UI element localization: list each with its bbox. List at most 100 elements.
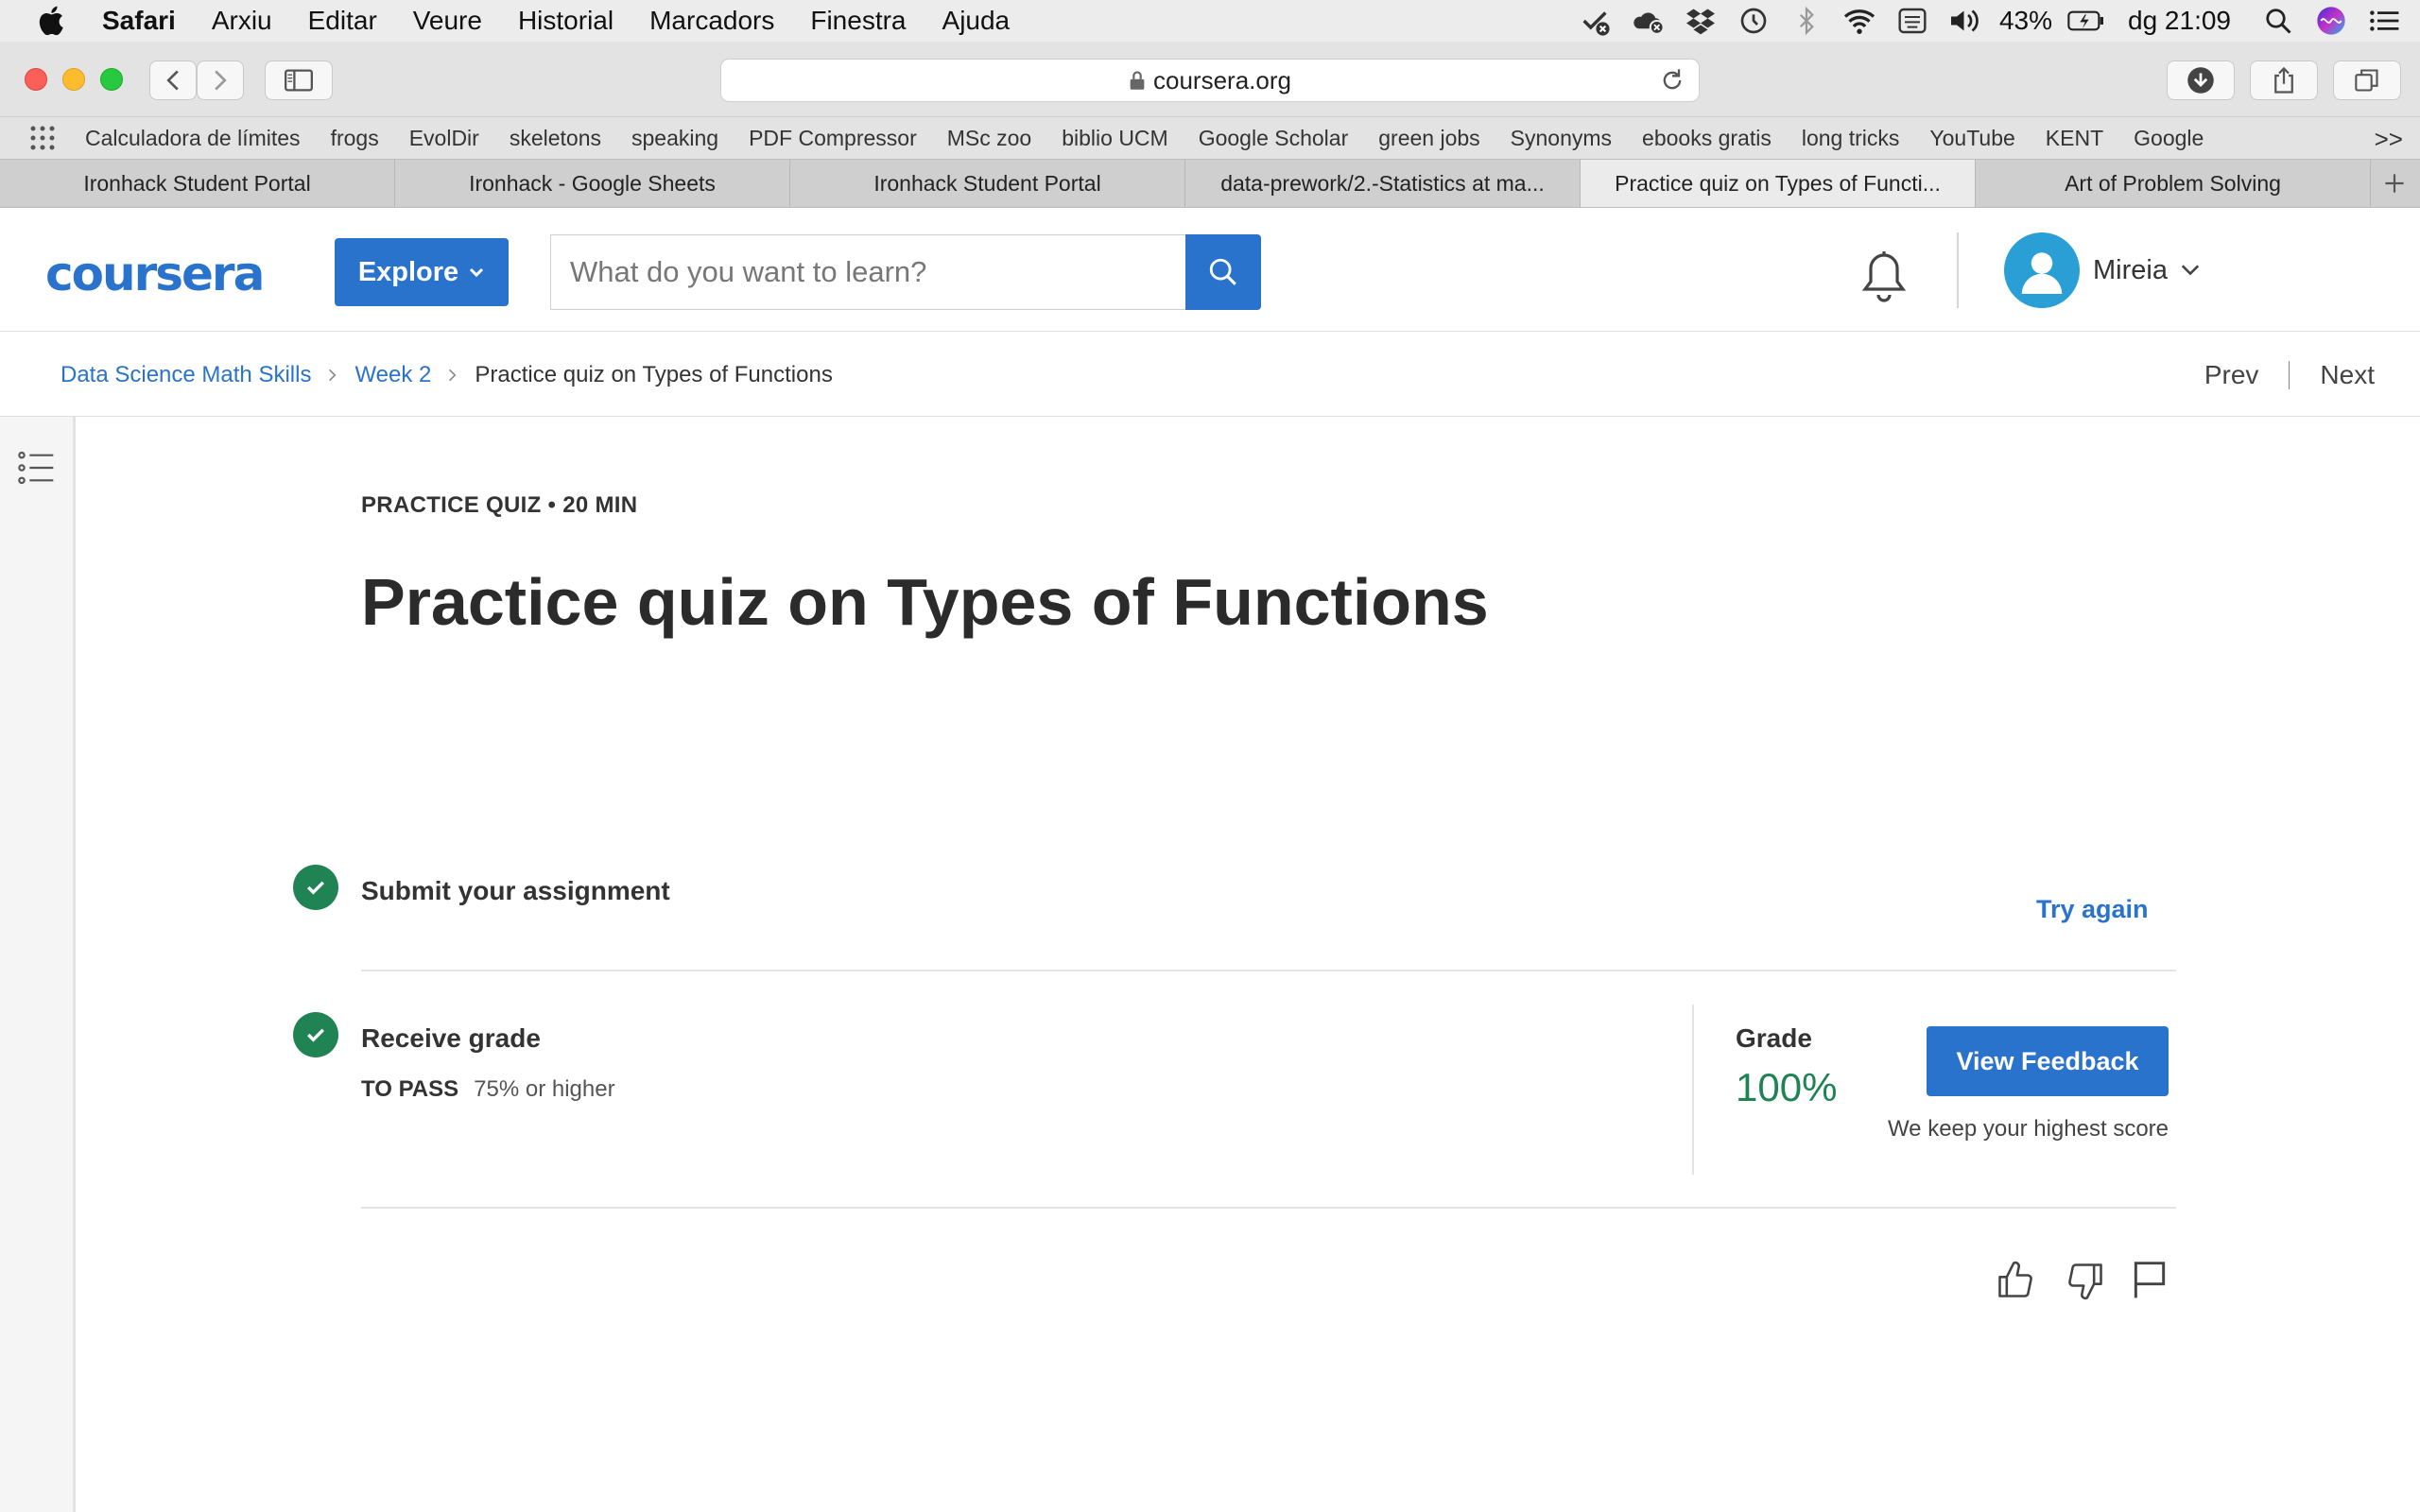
bookmark-item[interactable]: speaking: [631, 126, 718, 151]
bookmark-item[interactable]: frogs: [331, 126, 379, 151]
share-icon: [2274, 66, 2293, 94]
wifi-icon[interactable]: [1841, 4, 1878, 38]
list-outline-icon[interactable]: [17, 449, 55, 487]
close-window-button[interactable]: [25, 68, 47, 91]
chevron-right-icon: [215, 70, 227, 91]
bookmark-item[interactable]: skeletons: [510, 126, 601, 151]
time-machine-icon[interactable]: [1735, 4, 1772, 38]
to-pass-value: 75% or higher: [474, 1076, 615, 1102]
siri-icon[interactable]: [2312, 4, 2350, 38]
breadcrumb-week-link[interactable]: Week 2: [354, 362, 431, 388]
battery-icon[interactable]: [2067, 4, 2105, 38]
search-button[interactable]: [1185, 234, 1261, 310]
back-button[interactable]: [149, 60, 197, 100]
menu-app-name[interactable]: Safari: [102, 6, 176, 36]
breadcrumb-course-link[interactable]: Data Science Math Skills: [60, 362, 311, 388]
thumbs-up-icon[interactable]: [1995, 1260, 2036, 1301]
bookmarks-bar: Calculadora de límites frogs EvolDir ske…: [0, 117, 2420, 159]
explore-label: Explore: [357, 256, 459, 287]
battery-percent: 43%: [1998, 6, 2052, 35]
new-tab-button[interactable]: [2371, 160, 2418, 207]
menu-file[interactable]: Arxiu: [212, 6, 272, 36]
coursera-logo[interactable]: coursera: [45, 248, 287, 301]
menu-help[interactable]: Ajuda: [942, 6, 1011, 36]
sync-check-icon[interactable]: [1576, 4, 1614, 38]
bookmark-item[interactable]: KENT: [2046, 126, 2103, 151]
forward-button[interactable]: [197, 60, 244, 100]
status-area: 43% dg 21:09: [1576, 0, 2420, 42]
menu-edit[interactable]: Editar: [308, 6, 377, 36]
bookmark-item[interactable]: green jobs: [1378, 126, 1479, 151]
pass-requirement: TO PASS 75% or higher: [361, 1076, 615, 1103]
browser-tab[interactable]: Ironhack - Google Sheets: [395, 160, 790, 207]
menu-bar: Safari Arxiu Editar Veure Historial Marc…: [0, 0, 2420, 42]
avatar[interactable]: [2004, 232, 2080, 308]
grade-label: Grade: [1736, 1023, 1812, 1053]
address-bar[interactable]: coursera.org: [720, 59, 1700, 102]
volume-icon[interactable]: [1946, 4, 1984, 38]
downloads-button[interactable]: [2167, 60, 2235, 100]
thumbs-down-icon[interactable]: [2065, 1260, 2106, 1301]
bluetooth-icon[interactable]: [1788, 4, 1825, 38]
bookmark-item[interactable]: Synonyms: [1511, 126, 1612, 151]
bookmark-item[interactable]: Google: [2134, 126, 2204, 151]
chevron-right-icon: [449, 369, 457, 382]
menu-window[interactable]: Finestra: [810, 6, 906, 36]
apps-grid-icon[interactable]: [28, 124, 57, 152]
highest-score-note: We keep your highest score: [1887, 1116, 2169, 1142]
browser-tab-active[interactable]: Practice quiz on Types of Functi...: [1581, 160, 1976, 207]
minimize-window-button[interactable]: [62, 68, 85, 91]
bookmark-item[interactable]: MSc zoo: [947, 126, 1031, 151]
bookmark-item[interactable]: Calculadora de límites: [85, 126, 301, 151]
flag-icon[interactable]: [2129, 1260, 2170, 1301]
try-again-button[interactable]: Try again: [2036, 895, 2149, 924]
next-button[interactable]: Next: [2320, 360, 2375, 390]
cloud-icon[interactable]: [1629, 4, 1667, 38]
keyboard-icon[interactable]: [1893, 4, 1931, 38]
browser-tab[interactable]: Ironhack Student Portal: [0, 160, 395, 207]
apple-icon[interactable]: [36, 4, 70, 38]
bookmark-item[interactable]: EvolDir: [409, 126, 479, 151]
tab-bar: Ironhack Student Portal Ironhack - Googl…: [0, 159, 2420, 208]
user-name[interactable]: Mireia: [2093, 255, 2168, 286]
quiz-meta: PRACTICE QUIZ • 20 MIN: [361, 492, 638, 518]
search-input[interactable]: What do you want to learn?: [550, 234, 1185, 310]
share-button[interactable]: [2250, 60, 2318, 100]
chevron-down-icon[interactable]: [2180, 259, 2201, 280]
spotlight-search-icon[interactable]: [2259, 4, 2297, 38]
bookmark-item[interactable]: Google Scholar: [1199, 126, 1349, 151]
menu-history[interactable]: Historial: [518, 6, 614, 36]
explore-button[interactable]: Explore: [335, 238, 509, 306]
notification-center-icon[interactable]: [2365, 4, 2403, 38]
menu-clock[interactable]: dg 21:09: [2128, 6, 2231, 36]
bookmark-item[interactable]: PDF Compressor: [749, 126, 917, 151]
menu-bookmarks[interactable]: Marcadors: [649, 6, 774, 36]
bookmark-item[interactable]: ebooks gratis: [1642, 126, 1772, 151]
bookmark-item[interactable]: YouTube: [1929, 126, 2014, 151]
chevron-down-icon: [470, 267, 484, 278]
sidebar-toggle-button[interactable]: [265, 60, 333, 100]
bookmark-item[interactable]: long tricks: [1802, 126, 1900, 151]
browser-tab[interactable]: data-prework/2.-Statistics at ma...: [1185, 160, 1581, 207]
reload-icon[interactable]: [1659, 67, 1685, 94]
notification-bell-icon[interactable]: [1860, 249, 1908, 302]
site-header: coursera Explore What do you want to lea…: [0, 208, 2420, 332]
browser-tab[interactable]: Art of Problem Solving: [1976, 160, 2371, 207]
browser-tab[interactable]: Ironhack Student Portal: [790, 160, 1185, 207]
section-divider: [361, 1207, 2176, 1209]
receive-grade-label: Receive grade: [361, 1023, 541, 1053]
chevron-right-icon: [329, 369, 337, 382]
grade-value: 100%: [1736, 1065, 1838, 1109]
course-outline-rail: [0, 417, 76, 1512]
bookmarks-overflow-button[interactable]: >>: [2375, 125, 2403, 154]
browser-toolbar: coursera.org: [0, 42, 2420, 117]
view-feedback-button[interactable]: View Feedback: [1927, 1026, 2169, 1096]
breadcrumb-row: Data Science Math Skills Week 2 Practice…: [0, 332, 2420, 417]
prev-button[interactable]: Prev: [2204, 360, 2259, 390]
bookmark-item[interactable]: biblio UCM: [1062, 126, 1167, 151]
dropbox-icon[interactable]: [1682, 4, 1720, 38]
tabs-overview-button[interactable]: [2333, 60, 2401, 100]
maximize-window-button[interactable]: [100, 68, 123, 91]
menu-view[interactable]: Veure: [413, 6, 482, 36]
page-title: Practice quiz on Types of Functions: [361, 565, 1489, 639]
